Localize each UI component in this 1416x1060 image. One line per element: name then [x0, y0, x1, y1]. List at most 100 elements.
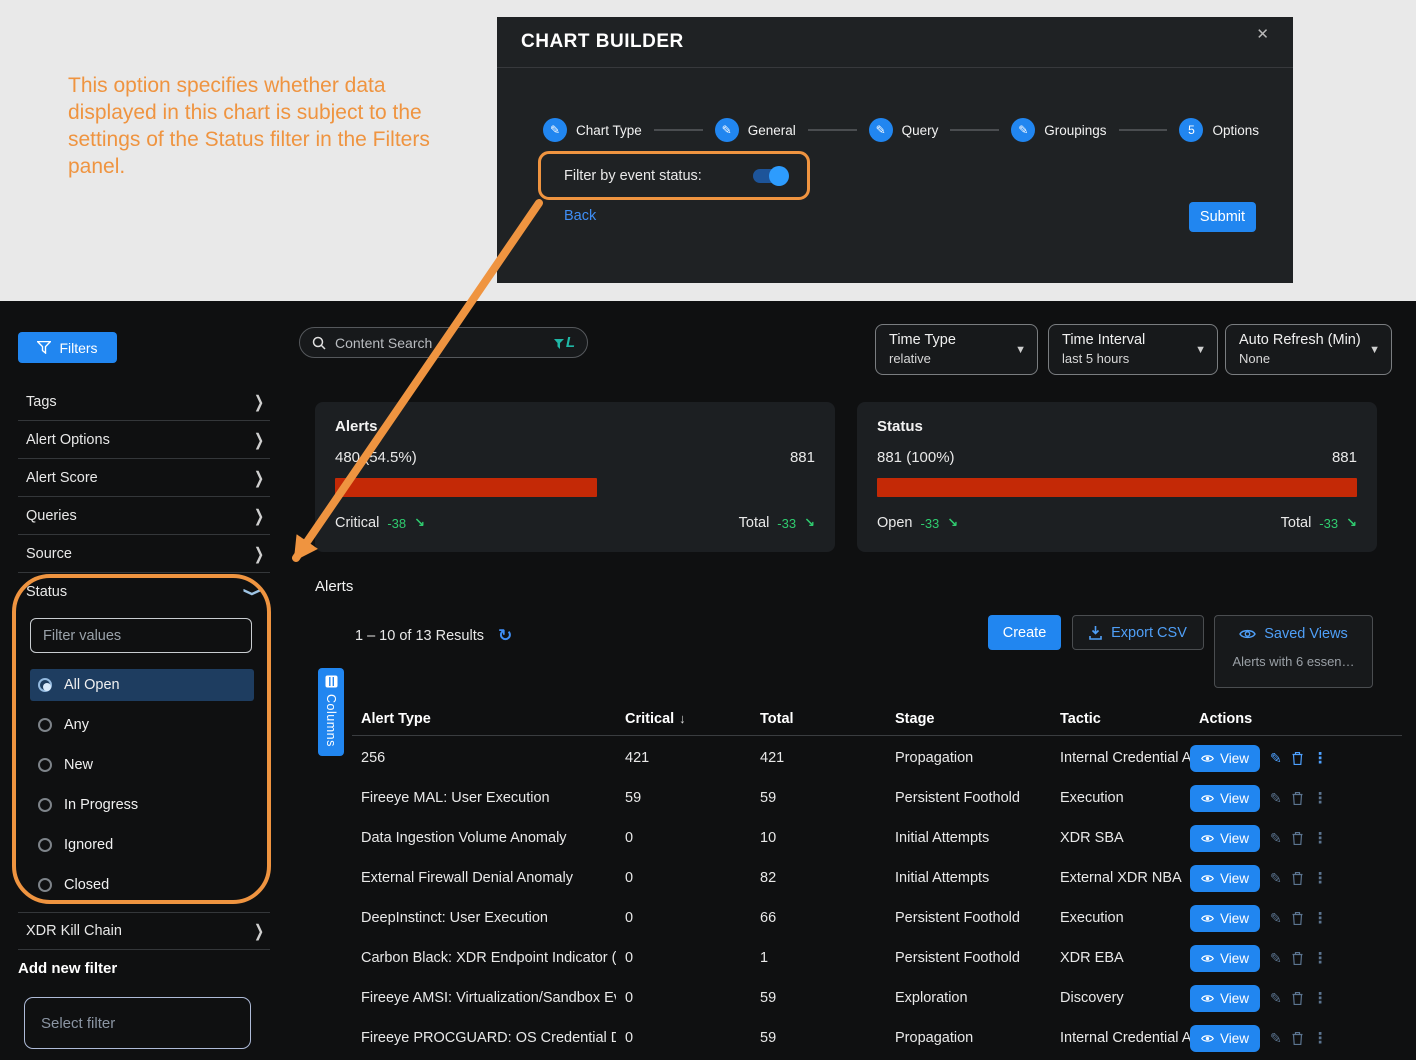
auto-refresh-dropdown[interactable]: Auto Refresh (Min) None ▼	[1225, 324, 1392, 375]
caret-down-icon: ▼	[1195, 344, 1206, 356]
eye-icon	[1201, 912, 1214, 925]
view-button[interactable]: View	[1190, 785, 1260, 812]
table-header: Alert Type Critical↓ Total Stage Tactic …	[352, 702, 1402, 736]
status-option-any[interactable]: Any	[30, 709, 254, 741]
view-button[interactable]: View	[1190, 1025, 1260, 1052]
table-row: 256 421 421 Propagation Internal Credent…	[352, 738, 1402, 778]
refresh-icon[interactable]: ↻	[498, 626, 512, 646]
more-options-icon[interactable]: ⋮	[1313, 869, 1328, 887]
table-row: DeepInstinct: User Execution 0 66 Persis…	[352, 898, 1402, 938]
edit-icon[interactable]: ✎	[1270, 830, 1282, 847]
step-general[interactable]: ✎ General	[715, 118, 796, 142]
view-button[interactable]: View	[1190, 945, 1260, 972]
step-connector	[654, 129, 703, 131]
close-icon[interactable]: ✕	[1256, 25, 1269, 43]
header-total[interactable]: Total	[751, 711, 886, 727]
back-link[interactable]: Back	[564, 208, 596, 224]
more-options-icon[interactable]: ⋮	[1313, 909, 1328, 927]
step-done-icon: ✎	[715, 118, 739, 142]
status-option-new[interactable]: New	[30, 749, 254, 781]
select-filter-input[interactable]	[24, 997, 251, 1049]
edit-icon[interactable]: ✎	[1270, 790, 1282, 807]
time-interval-dropdown[interactable]: Time Interval last 5 hours ▼	[1048, 324, 1218, 375]
lucene-toggle-icon[interactable]: L	[554, 335, 575, 350]
filters-button[interactable]: Filters	[18, 332, 117, 363]
edit-icon[interactable]: ✎	[1270, 870, 1282, 887]
status-option-closed[interactable]: Closed	[30, 869, 254, 901]
saved-views-button[interactable]: Saved Views Alerts with 6 essen…	[1214, 615, 1373, 688]
search-icon	[312, 336, 326, 350]
more-options-icon[interactable]: ⋮	[1313, 789, 1328, 807]
delete-icon[interactable]	[1292, 872, 1303, 885]
page: This option specifies whether data displ…	[0, 0, 1416, 1060]
view-button[interactable]: View	[1190, 745, 1260, 772]
view-button[interactable]: View	[1190, 825, 1260, 852]
alerts-total-value: 881	[790, 449, 815, 466]
more-options-icon[interactable]: ⋮	[1313, 949, 1328, 967]
sidebar-item-status[interactable]: Status ❯	[26, 578, 258, 606]
step-chart-type[interactable]: ✎ Chart Type	[543, 118, 642, 142]
sidebar-item-source[interactable]: Source ❯	[18, 535, 270, 573]
columns-button[interactable]: Columns	[318, 668, 344, 756]
status-open-value: 881 (100%)	[877, 449, 955, 466]
delete-icon[interactable]	[1292, 1032, 1303, 1045]
more-options-icon[interactable]: ⋮	[1313, 829, 1328, 847]
view-button[interactable]: View	[1190, 865, 1260, 892]
eye-icon	[1201, 832, 1214, 845]
delete-icon[interactable]	[1292, 752, 1303, 765]
edit-icon[interactable]: ✎	[1270, 990, 1282, 1007]
view-button[interactable]: View	[1190, 905, 1260, 932]
header-alert-type[interactable]: Alert Type	[352, 711, 616, 727]
caret-down-icon: ▼	[1369, 344, 1380, 356]
status-option-in-progress[interactable]: In Progress	[30, 789, 254, 821]
edit-icon[interactable]: ✎	[1270, 950, 1282, 967]
funnel-icon	[37, 341, 51, 354]
delete-icon[interactable]	[1292, 952, 1303, 965]
time-type-dropdown[interactable]: Time Type relative ▼	[875, 324, 1038, 375]
toggle-annotation-box: Filter by event status:	[538, 151, 810, 200]
submit-button[interactable]: Submit	[1189, 202, 1256, 232]
edit-icon[interactable]: ✎	[1270, 1030, 1282, 1047]
sidebar-item-queries[interactable]: Queries ❯	[18, 497, 270, 535]
create-button[interactable]: Create	[988, 615, 1061, 650]
edit-icon[interactable]: ✎	[1270, 750, 1282, 767]
step-groupings[interactable]: ✎ Groupings	[1011, 118, 1106, 142]
search-input[interactable]	[333, 334, 547, 352]
delete-icon[interactable]	[1292, 912, 1303, 925]
funnel-glyph	[554, 338, 565, 350]
more-options-icon[interactable]: ⋮	[1313, 1029, 1328, 1047]
delete-icon[interactable]	[1292, 992, 1303, 1005]
filter-values-input[interactable]	[30, 618, 252, 653]
view-button[interactable]: View	[1190, 985, 1260, 1012]
export-csv-button[interactable]: Export CSV	[1072, 615, 1204, 650]
edit-icon[interactable]: ✎	[1270, 910, 1282, 927]
chevron-right-icon: ❯	[254, 430, 264, 450]
columns-icon	[325, 675, 338, 688]
status-option-all-open[interactable]: All Open	[30, 669, 254, 701]
sidebar-item-alert-options[interactable]: Alert Options ❯	[18, 421, 270, 459]
header-stage[interactable]: Stage	[886, 711, 1051, 727]
status-option-ignored[interactable]: Ignored	[30, 829, 254, 861]
chevron-right-icon: ❯	[254, 468, 264, 488]
table-row: Fireeye PROCGUARD: OS Credential D 0 59 …	[352, 1018, 1402, 1058]
step-options[interactable]: 5 Options	[1179, 118, 1259, 142]
radio-icon	[38, 718, 52, 732]
table-row: Fireeye MAL: User Execution 59 59 Persis…	[352, 778, 1402, 818]
step-connector	[1119, 129, 1168, 131]
sidebar-item-xdr-kill-chain[interactable]: XDR Kill Chain ❯	[18, 912, 270, 950]
header-critical[interactable]: Critical↓	[616, 711, 751, 727]
status-summary-card: Status 881 (100%) 881 Open -33 ↘ Total -…	[857, 402, 1377, 552]
header-tactic[interactable]: Tactic	[1051, 711, 1190, 727]
more-options-icon[interactable]: ⋮	[1313, 749, 1328, 767]
eye-icon	[1201, 792, 1214, 805]
step-query[interactable]: ✎ Query	[869, 118, 939, 142]
alerts-section-title: Alerts	[315, 578, 353, 595]
sidebar-item-tags[interactable]: Tags ❯	[18, 383, 270, 421]
delete-icon[interactable]	[1292, 792, 1303, 805]
sidebar-item-alert-score[interactable]: Alert Score ❯	[18, 459, 270, 497]
event-status-toggle[interactable]	[753, 169, 787, 183]
results-count: 1 – 10 of 13 Results ↻	[355, 626, 512, 646]
more-options-icon[interactable]: ⋮	[1313, 989, 1328, 1007]
table-row: Carbon Black: XDR Endpoint Indicator ( 0…	[352, 938, 1402, 978]
delete-icon[interactable]	[1292, 832, 1303, 845]
